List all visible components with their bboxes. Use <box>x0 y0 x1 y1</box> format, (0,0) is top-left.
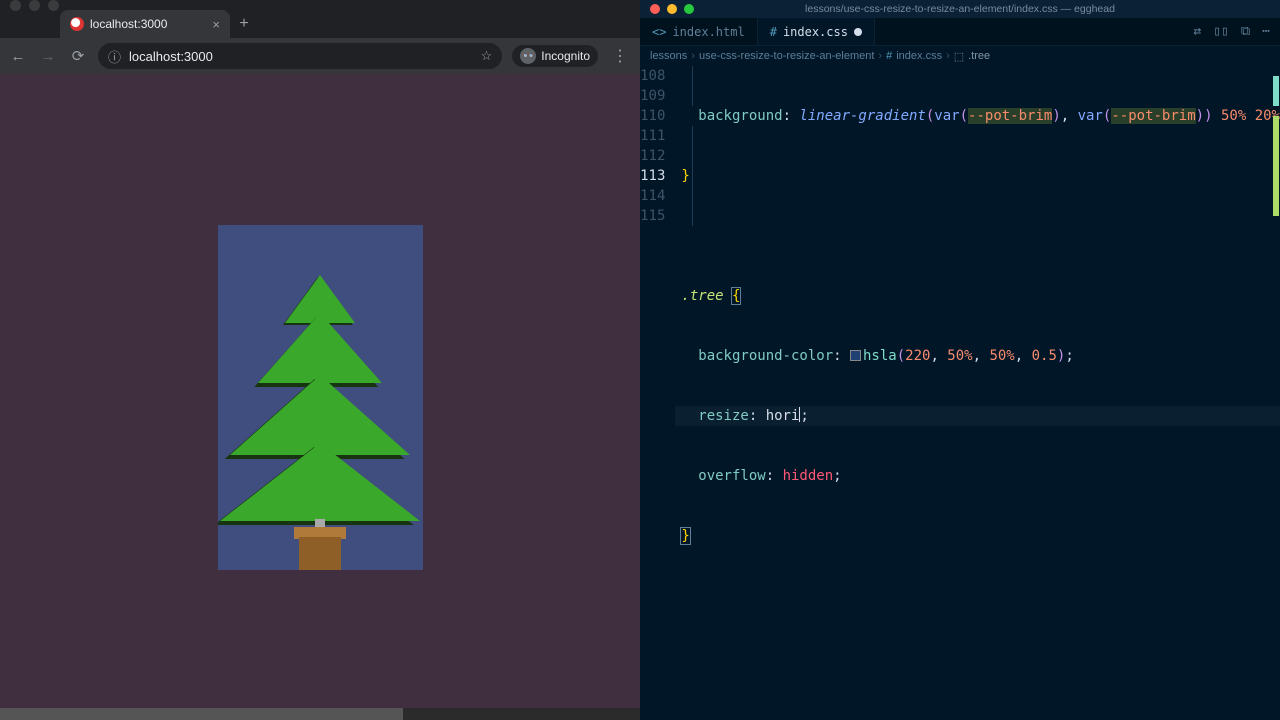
overview-mark <box>1273 116 1279 216</box>
traffic-dot[interactable] <box>10 0 21 11</box>
bookmark-icon[interactable]: ☆ <box>481 48 493 64</box>
line-number: 112 <box>640 146 665 166</box>
chevron-right-icon: › <box>878 50 882 62</box>
editor-tab-css[interactable]: # index.css <box>758 18 875 45</box>
code-line[interactable]: } <box>675 166 1280 186</box>
tab-label: index.css <box>783 25 848 39</box>
code-editor[interactable]: 108 109 110 111 112 113 114 115 backgrou… <box>640 66 1280 720</box>
editor-window: lessons/use-css-resize-to-resize-an-elem… <box>640 0 1280 720</box>
symbol-icon: ⬚ <box>954 50 964 63</box>
editor-titlebar: lessons/use-css-resize-to-resize-an-elem… <box>640 0 1280 18</box>
line-number: 110 <box>640 106 665 126</box>
favicon-icon <box>70 17 84 31</box>
breadcrumb-seg[interactable]: lessons <box>650 50 687 62</box>
scrollbar-thumb[interactable] <box>0 708 403 720</box>
line-number-gutter: 108 109 110 111 112 113 114 115 <box>640 66 675 720</box>
breadcrumb[interactable]: lessons › use-css-resize-to-resize-an-el… <box>640 46 1280 66</box>
breadcrumb-seg[interactable]: use-css-resize-to-resize-an-element <box>699 50 874 62</box>
browser-titlebar <box>0 0 640 8</box>
browser-tab-strip: localhost:3000 × + <box>0 8 640 38</box>
overview-mark <box>1273 76 1279 106</box>
code-line[interactable]: overflow: hidden; <box>675 466 1280 486</box>
css-file-icon: # <box>770 25 777 39</box>
editor-tab-bar: <> index.html # index.css ⇄ ▯▯ ⧉ ⋯ <box>640 18 1280 46</box>
dirty-indicator-icon <box>854 28 862 36</box>
line-number: 111 <box>640 126 665 146</box>
code-line[interactable]: background-color: hsla(220, 50%, 50%, 0.… <box>675 346 1280 366</box>
browser-toolbar: ← → ⟳ ⓘ localhost:3000 ☆ 👓 Incognito ⋮ <box>0 38 640 74</box>
tree-element[interactable] <box>218 225 423 570</box>
incognito-icon: 👓 <box>520 48 536 64</box>
tab-title: localhost:3000 <box>90 17 167 31</box>
traffic-dot[interactable] <box>48 0 59 11</box>
line-number: 115 <box>640 206 665 226</box>
pot <box>299 537 341 570</box>
reload-button[interactable]: ⟳ <box>68 47 88 65</box>
css-file-icon: # <box>886 50 892 62</box>
page-viewport <box>0 74 640 720</box>
traffic-dot[interactable] <box>29 0 40 11</box>
code-line[interactable] <box>675 226 1280 246</box>
code-line[interactable]: } <box>675 526 1280 546</box>
line-number: 108 <box>640 66 665 86</box>
chevron-right-icon: › <box>946 50 950 62</box>
overview-ruler[interactable] <box>1270 66 1280 720</box>
code-line[interactable]: background: linear-gradient(var(--pot-br… <box>675 106 1280 126</box>
line-number: 109 <box>640 86 665 106</box>
code-line[interactable]: .tree { <box>675 286 1280 306</box>
editor-tab-html[interactable]: <> index.html <box>640 18 758 45</box>
site-info-icon[interactable]: ⓘ <box>108 47 121 66</box>
chevron-right-icon: › <box>691 50 695 62</box>
split-editor-icon[interactable]: ▯▯ <box>1213 24 1229 39</box>
browser-menu-button[interactable]: ⋮ <box>608 46 632 66</box>
incognito-label: Incognito <box>541 49 590 63</box>
tree-tier <box>258 313 382 383</box>
more-actions-icon[interactable]: ⋯ <box>1262 24 1270 39</box>
code-line[interactable]: resize: hori; <box>675 406 1280 426</box>
breadcrumb-symbol[interactable]: .tree <box>968 50 990 62</box>
forward-button[interactable]: → <box>38 48 58 65</box>
html-file-icon: <> <box>652 25 666 39</box>
back-button[interactable]: ← <box>8 48 28 65</box>
tab-label: index.html <box>672 25 744 39</box>
address-bar[interactable]: ⓘ localhost:3000 ☆ <box>98 43 502 69</box>
tree-tier <box>220 443 420 521</box>
compare-changes-icon[interactable]: ⇄ <box>1193 24 1201 39</box>
window-divider[interactable] <box>640 0 642 720</box>
new-tab-button[interactable]: + <box>230 10 258 38</box>
code-content[interactable]: background: linear-gradient(var(--pot-br… <box>675 66 1280 720</box>
browser-tab[interactable]: localhost:3000 × <box>60 10 230 38</box>
horizontal-scrollbar[interactable] <box>0 708 640 720</box>
url-text: localhost:3000 <box>129 49 213 64</box>
window-title: lessons/use-css-resize-to-resize-an-elem… <box>640 3 1280 15</box>
tab-close-icon[interactable]: × <box>212 17 220 32</box>
breadcrumb-file[interactable]: index.css <box>896 50 942 62</box>
line-number: 114 <box>640 186 665 206</box>
browser-traffic-lights <box>10 0 59 11</box>
preview-icon[interactable]: ⧉ <box>1241 24 1250 39</box>
browser-window: localhost:3000 × + ← → ⟳ ⓘ localhost:300… <box>0 0 640 720</box>
color-swatch-icon[interactable] <box>850 350 861 361</box>
line-number: 113 <box>640 166 665 186</box>
incognito-badge[interactable]: 👓 Incognito <box>512 45 598 67</box>
editor-tab-actions: ⇄ ▯▯ ⧉ ⋯ <box>1193 18 1280 45</box>
